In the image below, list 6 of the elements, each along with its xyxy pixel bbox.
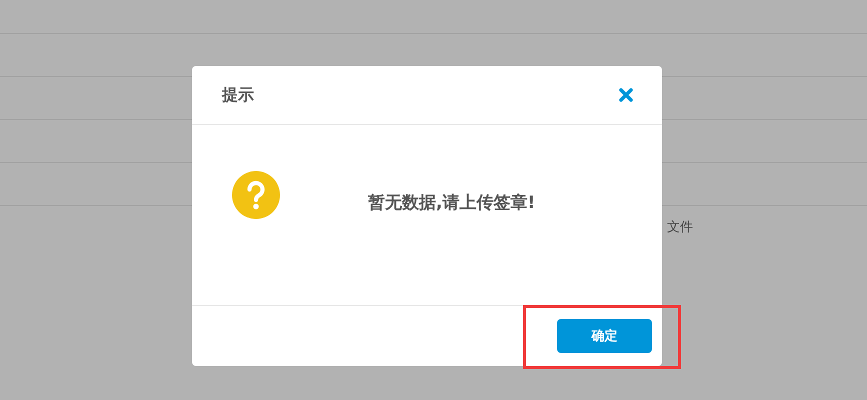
row-text: 文件: [667, 219, 693, 236]
close-icon[interactable]: [619, 88, 633, 102]
question-icon: [232, 171, 280, 219]
confirm-button[interactable]: 确定: [557, 319, 652, 353]
dialog-title: 提示: [222, 84, 254, 106]
message-text: 暂无数据,请上传签章!: [368, 192, 536, 214]
